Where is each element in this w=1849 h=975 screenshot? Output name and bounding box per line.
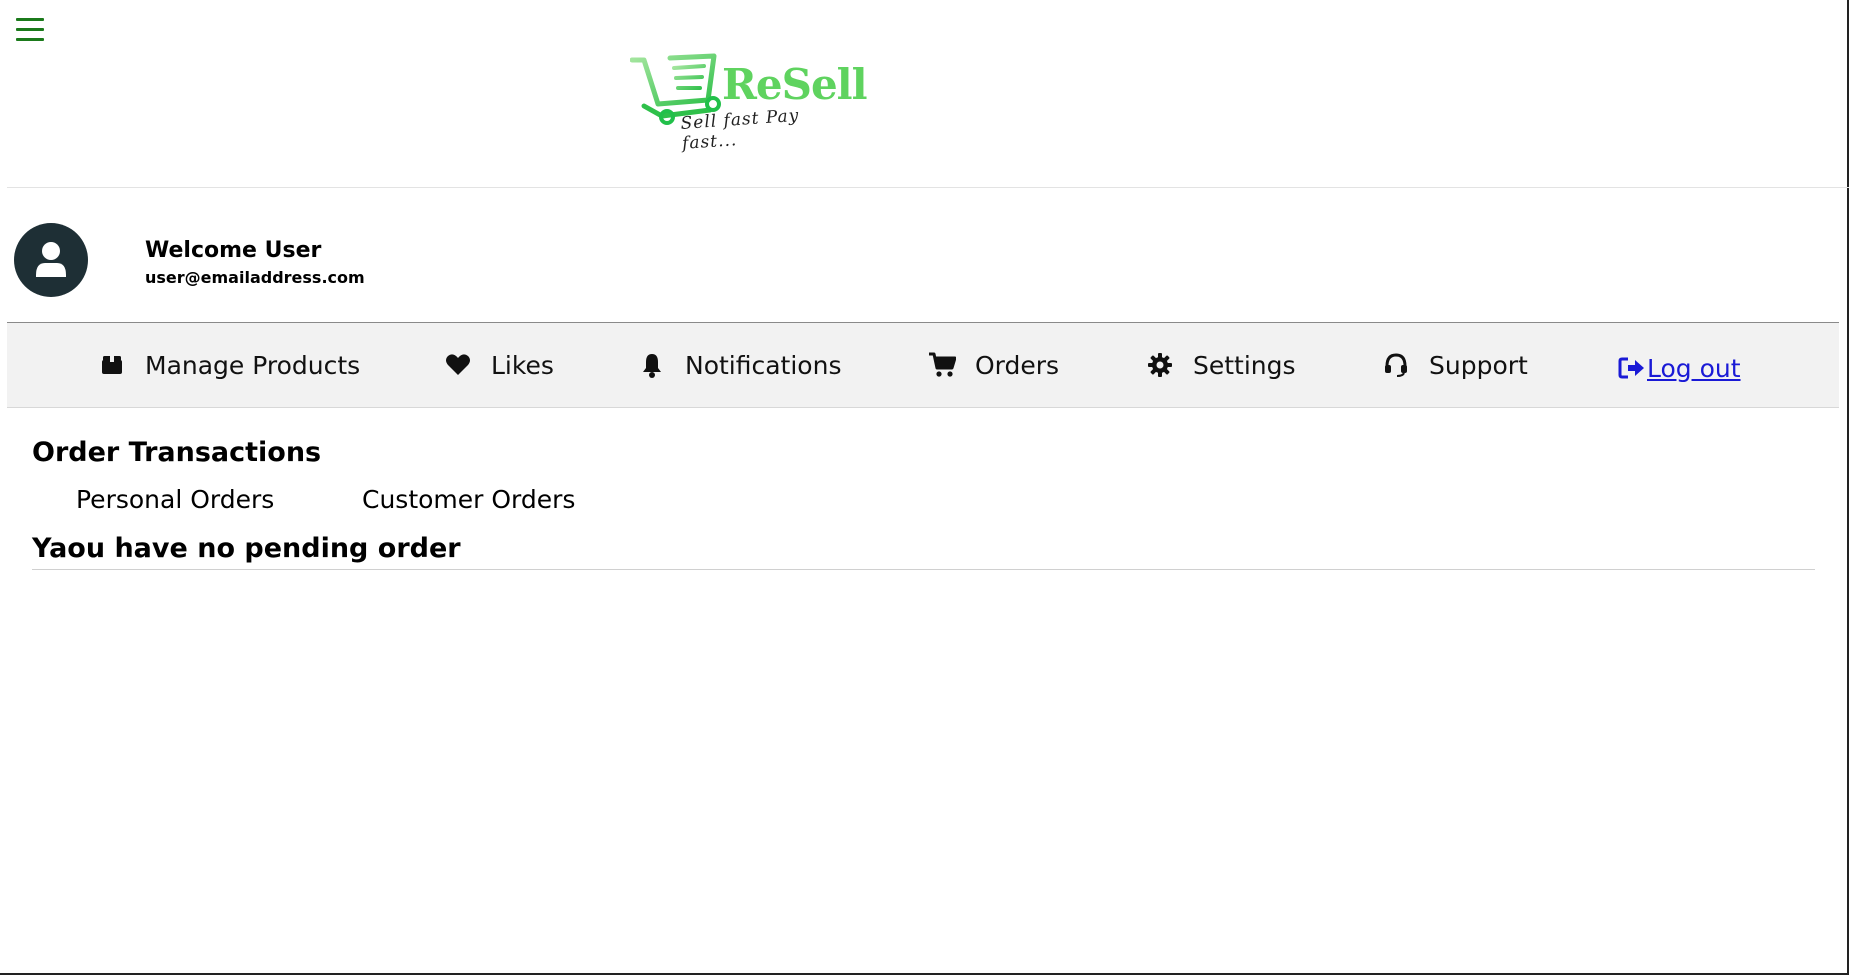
nav-item-label: Support: [1429, 350, 1528, 380]
box-icon: [97, 350, 127, 380]
logout-link[interactable]: Log out: [1617, 326, 1741, 410]
empty-orders-message: Yaou have no pending order: [32, 533, 461, 564]
user-icon: [36, 242, 66, 277]
heart-icon: [443, 350, 473, 380]
headset-icon: [1381, 350, 1411, 380]
resell-logo[interactable]: ReSell Sell fast Pay fast...: [630, 50, 868, 154]
nav-item-label: Orders: [975, 350, 1060, 380]
nav-item-label: Settings: [1193, 350, 1296, 380]
nav-item-orders[interactable]: Orders: [927, 323, 1059, 407]
header-divider: [7, 187, 1849, 188]
hamburger-icon[interactable]: [16, 18, 44, 44]
gear-icon: [1145, 350, 1175, 380]
nav-item-support[interactable]: Support: [1381, 323, 1528, 407]
content-divider: [32, 569, 1815, 570]
avatar[interactable]: [14, 223, 88, 297]
nav-item-label: Manage Products: [145, 350, 361, 380]
nav-item-settings[interactable]: Settings: [1145, 323, 1296, 407]
bell-icon: [637, 350, 667, 380]
cart-icon: [927, 350, 957, 380]
tab-customer-orders[interactable]: Customer Orders: [362, 485, 575, 514]
main-nav: Manage Products Likes Notifications Orde…: [7, 322, 1839, 408]
nav-item-label: Notifications: [685, 350, 842, 380]
nav-item-likes[interactable]: Likes: [443, 323, 554, 407]
app-frame: [0, 0, 1849, 975]
user-email: user@emailaddress.com: [145, 268, 365, 287]
nav-item-notifications[interactable]: Notifications: [637, 323, 841, 407]
welcome-text: Welcome User: [145, 238, 322, 263]
logout-label: Log out: [1647, 353, 1741, 383]
nav-item-manage-products[interactable]: Manage Products: [97, 323, 360, 407]
sign-out-icon: [1617, 353, 1647, 383]
nav-item-label: Likes: [491, 350, 554, 380]
page-title: Order Transactions: [32, 437, 322, 468]
tab-personal-orders[interactable]: Personal Orders: [76, 485, 274, 514]
